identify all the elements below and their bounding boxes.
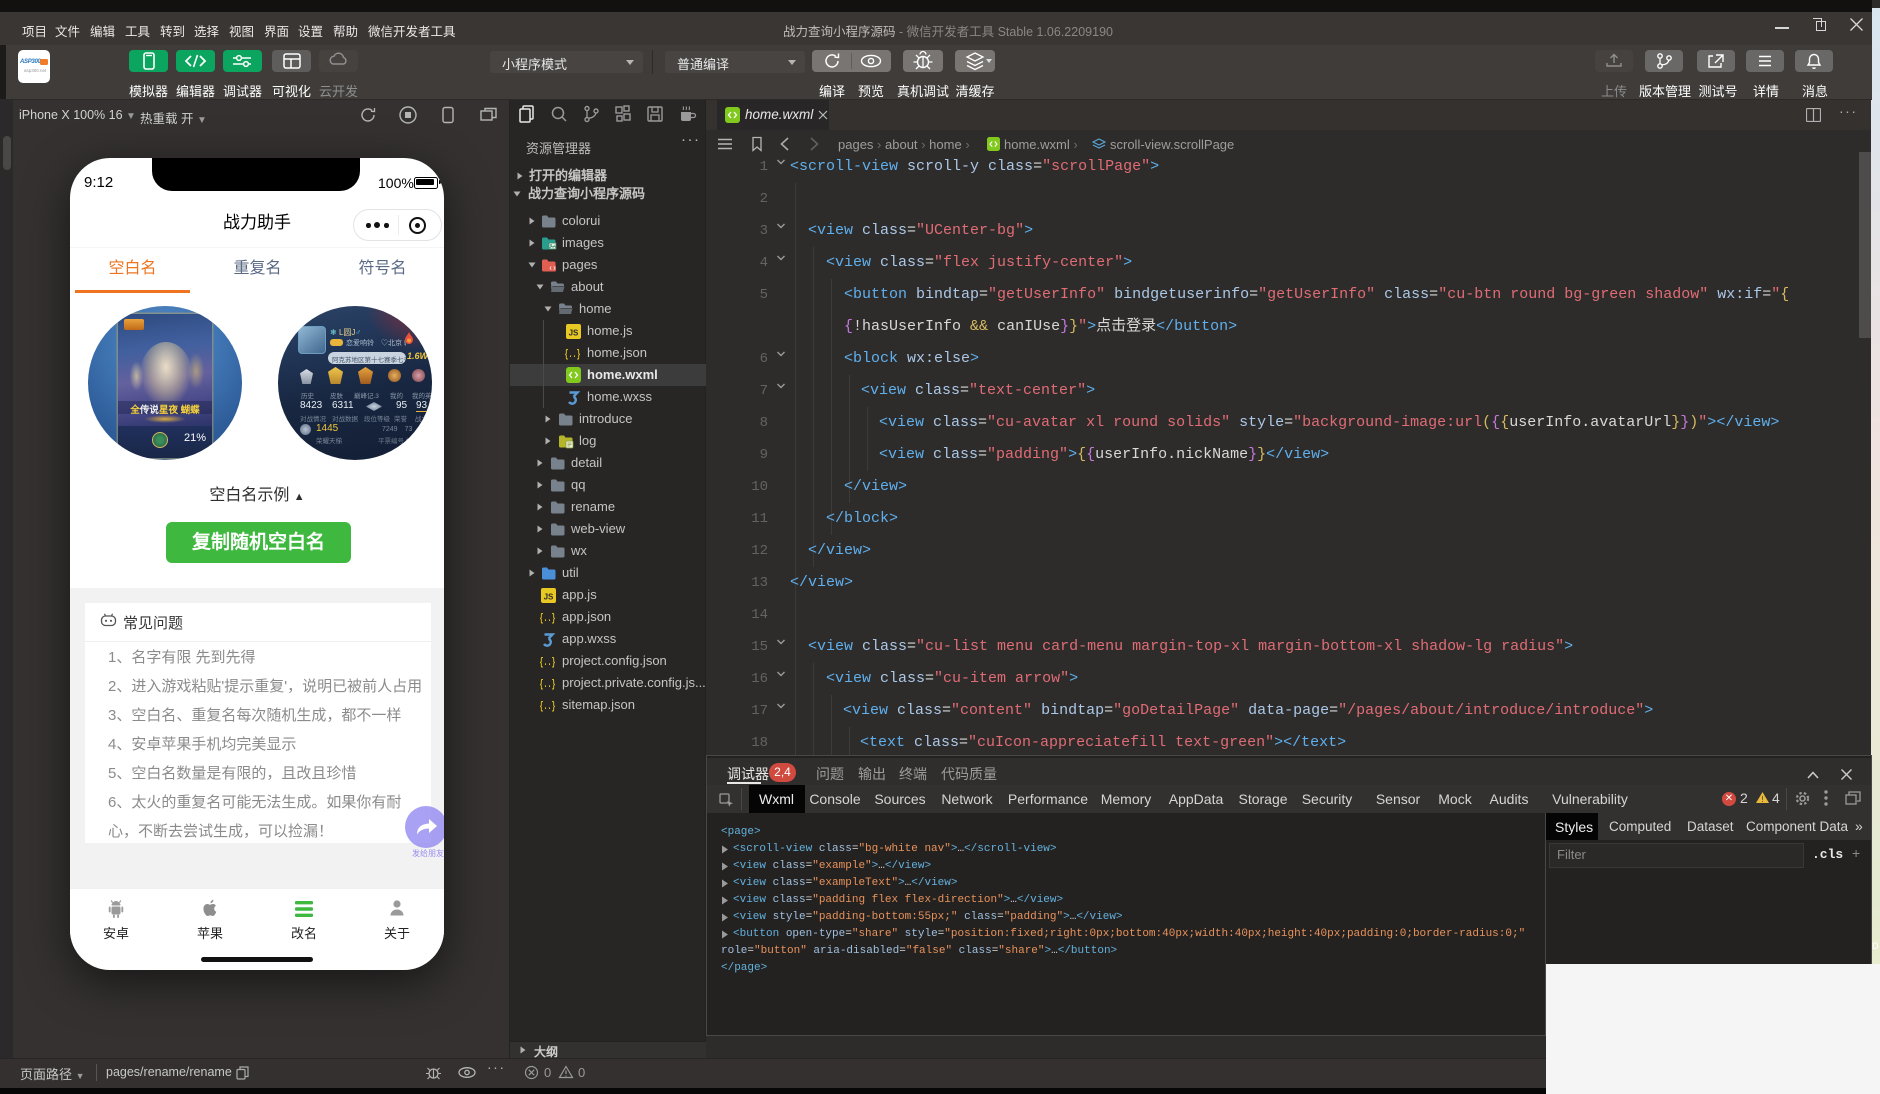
svg-text:{..}: {..} <box>540 679 556 691</box>
svg-text:{..}: {..} <box>540 613 556 625</box>
svg-text:JS: JS <box>569 329 579 338</box>
svg-text:!: ! <box>1761 795 1763 804</box>
svg-text:{..}: {..} <box>565 349 581 361</box>
svg-text:{..}: {..} <box>540 657 556 669</box>
svg-text:JS: JS <box>544 593 554 602</box>
svg-text:{..}: {..} <box>540 701 556 713</box>
